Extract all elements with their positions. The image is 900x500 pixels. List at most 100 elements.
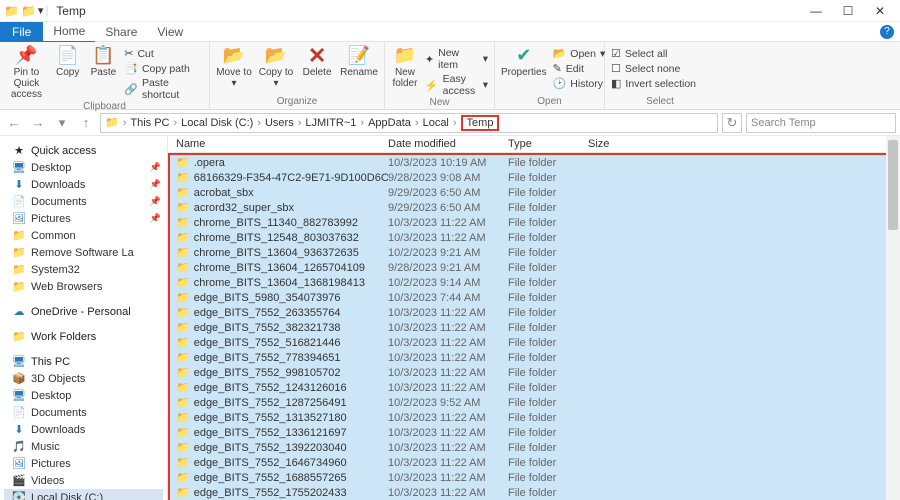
table-row[interactable]: 📁acrord32_super_sbx9/29/2023 6:50 AMFile… <box>170 200 898 215</box>
quick-access[interactable]: ★Quick access <box>4 142 163 159</box>
breadcrumb-item[interactable]: AppData <box>368 117 411 129</box>
pin-quick-access-button[interactable]: 📌Pin to Quick access <box>6 45 47 100</box>
nav-item[interactable]: 🖥Desktop📌 <box>4 159 163 176</box>
table-row[interactable]: 📁68166329-F354-47C2-9E71-9D100D6C39049/2… <box>170 170 898 185</box>
refresh-button[interactable]: ↻ <box>722 113 742 133</box>
breadcrumb-item[interactable]: Local <box>423 117 449 129</box>
paste-shortcut-button[interactable]: 🔗Paste shortcut <box>124 77 203 101</box>
back-button[interactable]: ← <box>4 115 24 130</box>
group-select: Select <box>611 96 709 108</box>
properties-button[interactable]: ✔Properties <box>501 45 547 78</box>
breadcrumb-item[interactable]: Users <box>265 117 294 129</box>
table-row[interactable]: 📁edge_BITS_7552_164673496010/3/2023 11:2… <box>170 455 898 470</box>
recent-button[interactable]: ▾ <box>52 115 72 131</box>
paste-button[interactable]: 📋Paste <box>89 45 119 78</box>
breadcrumb-item[interactable]: LJMITR~1 <box>305 117 356 129</box>
search-input[interactable]: Search Temp <box>746 113 896 133</box>
col-type[interactable]: Type <box>508 138 588 150</box>
table-row[interactable]: 📁chrome_BITS_13604_93637263510/2/2023 9:… <box>170 245 898 260</box>
tab-home[interactable]: Home <box>43 21 95 43</box>
col-size[interactable]: Size <box>588 138 648 150</box>
new-folder-button[interactable]: 📁New folder <box>391 45 419 89</box>
tab-share[interactable]: Share <box>95 22 147 42</box>
table-row[interactable]: 📁edge_BITS_7552_124312601610/3/2023 11:2… <box>170 380 898 395</box>
overflow-icon[interactable]: ▾ <box>38 4 44 17</box>
table-row[interactable]: 📁chrome_BITS_13604_12657041099/28/2023 9… <box>170 260 898 275</box>
table-row[interactable]: 📁chrome_BITS_13604_136819841310/2/2023 9… <box>170 275 898 290</box>
file-list[interactable]: 📁.opera10/3/2023 10:19 AMFile folder📁681… <box>168 153 900 500</box>
work-folders[interactable]: 📁Work Folders <box>4 328 163 345</box>
group-new: New <box>391 97 488 109</box>
table-row[interactable]: 📁edge_BITS_7552_128725649110/2/2023 9:52… <box>170 395 898 410</box>
nav-item[interactable]: 🖥Desktop <box>4 387 163 404</box>
maximize-button[interactable]: ☐ <box>832 2 864 20</box>
table-row[interactable]: 📁edge_BITS_7552_77839465110/3/2023 11:22… <box>170 350 898 365</box>
help-icon[interactable]: ? <box>880 25 894 39</box>
nav-item[interactable]: 💽Local Disk (C:) <box>4 489 163 500</box>
scrollbar[interactable] <box>886 136 900 500</box>
breadcrumb[interactable]: 📁 › This PC›Local Disk (C:)›Users›LJMITR… <box>100 113 718 133</box>
cut-button[interactable]: ✂Cut <box>124 47 203 60</box>
nav-item[interactable]: 📁Remove Software La <box>4 244 163 261</box>
nav-item[interactable]: ⬇Downloads📌 <box>4 176 163 193</box>
copy-to-button[interactable]: 📂Copy to▾ <box>258 45 294 89</box>
breadcrumb-item[interactable]: This PC <box>130 117 169 129</box>
nav-item[interactable]: 📦3D Objects <box>4 370 163 387</box>
group-organize: Organize <box>216 96 378 108</box>
nav-item[interactable]: 📄Documents📌 <box>4 193 163 210</box>
table-row[interactable]: 📁edge_BITS_7552_133612169710/3/2023 11:2… <box>170 425 898 440</box>
copy-button[interactable]: 📄Copy <box>53 45 83 78</box>
scroll-thumb[interactable] <box>888 140 898 230</box>
table-row[interactable]: 📁acrobat_sbx9/29/2023 6:50 AMFile folder <box>170 185 898 200</box>
select-none-button[interactable]: ☐Select none <box>611 62 696 75</box>
table-row[interactable]: 📁edge_BITS_7552_175520243310/3/2023 11:2… <box>170 485 898 500</box>
copy-path-button[interactable]: 📑Copy path <box>124 62 203 75</box>
nav-pane[interactable]: ★Quick access 🖥Desktop📌⬇Downloads📌📄Docum… <box>0 136 168 500</box>
invert-selection-button[interactable]: ◧Invert selection <box>611 77 696 90</box>
file-menu[interactable]: File <box>0 22 43 42</box>
minimize-button[interactable]: — <box>800 2 832 20</box>
folder-icon: 📁 <box>21 4 36 18</box>
table-row[interactable]: 📁chrome_BITS_12548_80303763210/3/2023 11… <box>170 230 898 245</box>
nav-item[interactable]: 🖼Pictures <box>4 455 163 472</box>
close-button[interactable]: ✕ <box>864 2 896 20</box>
onedrive[interactable]: ☁OneDrive - Personal <box>4 303 163 320</box>
nav-item[interactable]: 🎬Videos <box>4 472 163 489</box>
table-row[interactable]: 📁edge_BITS_7552_168855726510/3/2023 11:2… <box>170 470 898 485</box>
table-row[interactable]: 📁chrome_BITS_11340_88278399210/3/2023 11… <box>170 215 898 230</box>
nav-item[interactable]: 🎵Music <box>4 438 163 455</box>
table-row[interactable]: 📁edge_BITS_7552_139220304010/3/2023 11:2… <box>170 440 898 455</box>
this-pc[interactable]: 🖥This PC <box>4 353 163 370</box>
easy-access-button[interactable]: ⚡Easy access ▾ <box>425 73 488 97</box>
col-name[interactable]: Name <box>168 138 388 150</box>
nav-item[interactable]: 📁Common <box>4 227 163 244</box>
table-row[interactable]: 📁edge_BITS_7552_131352718010/3/2023 11:2… <box>170 410 898 425</box>
up-button[interactable]: ↑ <box>76 115 96 130</box>
nav-item[interactable]: ⬇Downloads <box>4 421 163 438</box>
delete-button[interactable]: ✕Delete <box>300 45 334 78</box>
group-open: Open <box>501 96 598 108</box>
history-button[interactable]: 🕑History <box>553 77 606 90</box>
rename-button[interactable]: 📝Rename <box>340 45 378 78</box>
tab-view[interactable]: View <box>147 22 193 42</box>
nav-item[interactable]: 🖼Pictures📌 <box>4 210 163 227</box>
table-row[interactable]: 📁edge_BITS_7552_26335576410/3/2023 11:22… <box>170 305 898 320</box>
col-date[interactable]: Date modified <box>388 138 508 150</box>
nav-item[interactable]: 📄Documents <box>4 404 163 421</box>
open-button[interactable]: 📂Open ▾ <box>553 47 606 60</box>
forward-button[interactable]: → <box>28 115 48 130</box>
table-row[interactable]: 📁edge_BITS_7552_99810570210/3/2023 11:22… <box>170 365 898 380</box>
table-row[interactable]: 📁edge_BITS_5980_35407397610/3/2023 7:44 … <box>170 290 898 305</box>
nav-item[interactable]: 📁System32 <box>4 261 163 278</box>
nav-item[interactable]: 📁Web Browsers <box>4 278 163 295</box>
breadcrumb-item[interactable]: Local Disk (C:) <box>181 117 253 129</box>
new-item-button[interactable]: ✦New item ▾ <box>425 47 488 71</box>
table-row[interactable]: 📁.opera10/3/2023 10:19 AMFile folder <box>170 155 898 170</box>
edit-button[interactable]: ✎Edit <box>553 62 606 75</box>
breadcrumb-item[interactable]: Temp <box>461 115 500 131</box>
table-row[interactable]: 📁edge_BITS_7552_38232173810/3/2023 11:22… <box>170 320 898 335</box>
window-title: Temp <box>56 4 85 18</box>
table-row[interactable]: 📁edge_BITS_7552_51682144610/3/2023 11:22… <box>170 335 898 350</box>
select-all-button[interactable]: ☑Select all <box>611 47 696 60</box>
move-to-button[interactable]: 📂Move to▾ <box>216 45 252 89</box>
